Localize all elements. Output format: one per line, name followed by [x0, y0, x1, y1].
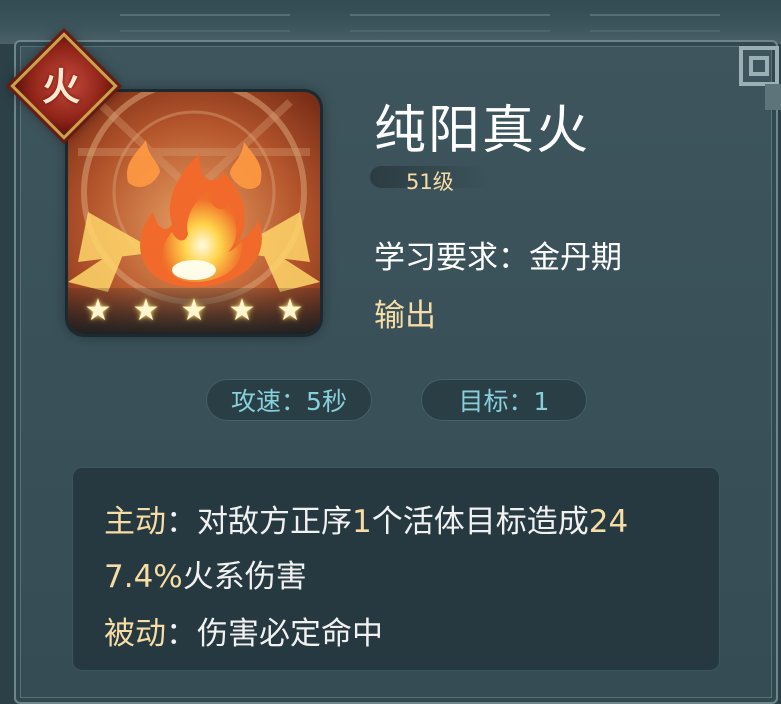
- passive-effect-line: 被动：伤害必定命中: [104, 608, 383, 653]
- active-text: 对敌方正序: [197, 504, 352, 540]
- active-text: 火系伤害: [182, 559, 307, 595]
- star-icon: ★: [132, 293, 160, 328]
- corner-ornament-icon: [739, 46, 781, 110]
- passive-text: 伤害必定命中: [197, 616, 383, 652]
- top-frame-strip: [0, 0, 781, 44]
- active-text: 个活体目标造成: [371, 504, 589, 540]
- star-icon: ★: [84, 293, 112, 328]
- star-rating: ★ ★ ★ ★ ★: [68, 288, 320, 334]
- passive-sep: ：: [166, 616, 197, 652]
- skill-name: 纯阳真火: [374, 101, 591, 161]
- target-count-stat: 目标：1: [421, 379, 587, 421]
- active-sep: ：: [166, 504, 197, 540]
- active-target-count: 1: [352, 504, 372, 540]
- active-label: 主动: [104, 504, 166, 540]
- star-icon: ★: [228, 293, 256, 328]
- requirement-sep: ：: [498, 240, 529, 276]
- passive-label: 被动: [104, 616, 166, 652]
- skill-type: 输出: [374, 298, 436, 334]
- element-char: 火: [41, 64, 80, 109]
- active-effect-line: 主动：对敌方正序1个活体目标造成24: [104, 496, 628, 541]
- star-icon: ★: [180, 293, 208, 328]
- star-icon: ★: [276, 293, 304, 328]
- requirement-label: 学习要求: [374, 240, 498, 276]
- fire-element-badge-icon: 火: [8, 30, 118, 140]
- skill-level: 51级: [406, 170, 454, 194]
- active-effect-line-2: 7.4%火系伤害: [104, 551, 307, 596]
- active-damage-value: 7.4%: [104, 559, 183, 595]
- attack-speed-stat: 攻速：5秒: [206, 379, 372, 421]
- requirement-value: 金丹期: [529, 240, 622, 276]
- active-damage-value: 24: [588, 504, 629, 540]
- requirement-row: 学习要求：金丹期: [374, 232, 622, 277]
